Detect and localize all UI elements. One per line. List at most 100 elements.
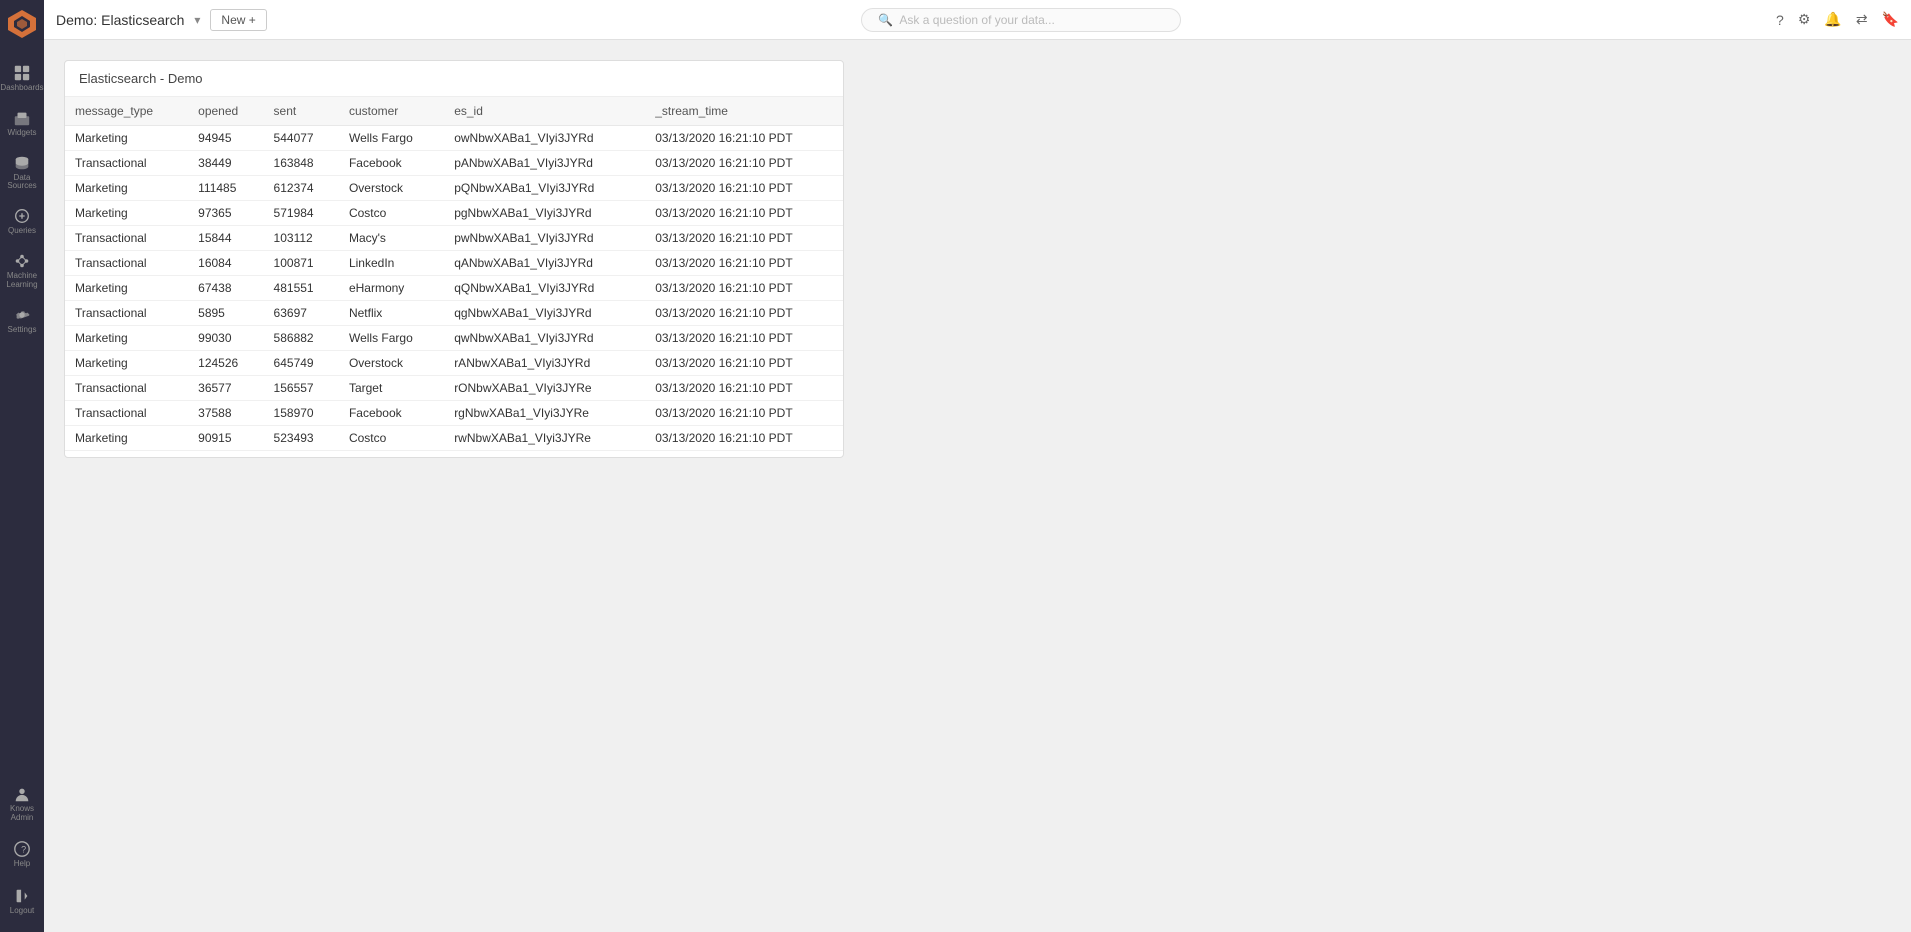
table-cell-customer: eHarmony: [339, 276, 444, 301]
table-row: Marketing94945544077Wells FargoowNbwXABa…: [65, 126, 843, 151]
table-cell-_stream_time: 03/13/2020 16:21:10 PDT: [645, 251, 843, 276]
column-header-sent: sent: [264, 97, 339, 126]
table-cell-opened: 94945: [188, 126, 263, 151]
column-header-message_type: message_type: [65, 97, 188, 126]
table-cell-opened: 67438: [188, 276, 263, 301]
table-cell-message_type: Transactional: [65, 251, 188, 276]
sidebar-item-ml[interactable]: Machine Learning: [0, 244, 44, 298]
table-cell-message_type: Transactional: [65, 401, 188, 426]
search-placeholder: Ask a question of your data...: [899, 13, 1054, 27]
table-cell-es_id: qQNbwXABa1_VIyi3JYRd: [444, 276, 645, 301]
sidebar-help-label: Help: [14, 860, 30, 869]
table-row: Transactional589563697NetflixqgNbwXABa1_…: [65, 301, 843, 326]
table-cell-opened: 15844: [188, 226, 263, 251]
table-cell-opened: 38449: [188, 151, 263, 176]
sidebar-widgets-label: Widgets: [8, 129, 37, 138]
app-logo[interactable]: [6, 8, 38, 40]
sidebar-item-widgets[interactable]: Widgets: [0, 101, 44, 146]
table-header-row: message_typeopenedsentcustomeres_id_stre…: [65, 97, 843, 126]
column-header-opened: opened: [188, 97, 263, 126]
table-cell-message_type: Marketing: [65, 426, 188, 451]
svg-text:?: ?: [21, 845, 26, 855]
table-cell-sent: 158970: [264, 401, 339, 426]
table-cell-es_id: pQNbwXABa1_VIyi3JYRd: [444, 176, 645, 201]
table-cell-opened: 97365: [188, 201, 263, 226]
table-cell-customer: Wells Fargo: [339, 126, 444, 151]
table-cell-es_id: rONbwXABa1_VIyi3JYRe: [444, 376, 645, 401]
table-cell-opened: 37588: [188, 401, 263, 426]
table-row: Transactional38449163848FacebookpANbwXAB…: [65, 151, 843, 176]
table-cell-message_type: Marketing: [65, 351, 188, 376]
table-row: Transactional36577156557TargetrONbwXABa1…: [65, 376, 843, 401]
table-cell-opened: 5895: [188, 301, 263, 326]
table-cell-sent: 481551: [264, 276, 339, 301]
share-icon[interactable]: ⇄: [1856, 11, 1868, 28]
sidebar-item-logout[interactable]: Logout: [0, 879, 44, 924]
table-cell-opened: 99030: [188, 326, 263, 351]
table-row: Transactional15844103112Macy'spwNbwXABa1…: [65, 226, 843, 251]
table-cell-_stream_time: 03/13/2020 16:21:10 PDT: [645, 126, 843, 151]
sidebar-item-knowsadmin[interactable]: Knows Admin: [0, 777, 44, 831]
table-cell-opened: 90915: [188, 426, 263, 451]
table-cell-sent: 571984: [264, 201, 339, 226]
table-cell-sent: 103695: [264, 451, 339, 458]
table-cell-message_type: Marketing: [65, 176, 188, 201]
sidebar-item-help[interactable]: ? Help: [0, 832, 44, 877]
table-cell-es_id: pwNbwXABa1_VIyi3JYRd: [444, 226, 645, 251]
table-cell-_stream_time: 03/13/2020 16:21:10 PDT: [645, 301, 843, 326]
table-cell-sent: 63697: [264, 301, 339, 326]
table-cell-_stream_time: 03/13/2020 16:21:10 PDT: [645, 426, 843, 451]
table-row: Marketing90915523493CostcorwNbwXABa1_VIy…: [65, 426, 843, 451]
column-header-es_id: es_id: [444, 97, 645, 126]
table-header: message_typeopenedsentcustomeres_id_stre…: [65, 97, 843, 126]
table-cell-message_type: Transactional: [65, 226, 188, 251]
content-area: Elasticsearch - Demo message_typeopeneds…: [44, 40, 1911, 932]
table-cell-sent: 586882: [264, 326, 339, 351]
table-cell-_stream_time: 03/13/2020 16:21:10 PDT: [645, 451, 843, 458]
table-cell-customer: Facebook: [339, 401, 444, 426]
table-row: Marketing111485612374OverstockpQNbwXABa1…: [65, 176, 843, 201]
table-cell-message_type: Marketing: [65, 126, 188, 151]
table-wrapper[interactable]: message_typeopenedsentcustomeres_id_stre…: [65, 97, 843, 457]
settings-icon[interactable]: ⚙: [1798, 11, 1811, 28]
sidebar-item-datasources[interactable]: Data Sources: [0, 146, 44, 200]
table-row: Marketing97365571984CostcopgNbwXABa1_VIy…: [65, 201, 843, 226]
table-cell-es_id: pANbwXABa1_VIyi3JYRd: [444, 151, 645, 176]
sidebar: Dashboards Widgets Data Sources Queries …: [0, 0, 44, 932]
sidebar-bottom: Knows Admin ? Help Logout: [0, 777, 44, 924]
sidebar-ml-label: Machine Learning: [0, 272, 44, 290]
table-cell-sent: 103112: [264, 226, 339, 251]
table-cell-message_type: Transactional: [65, 301, 188, 326]
table-cell-_stream_time: 03/13/2020 16:21:10 PDT: [645, 401, 843, 426]
table-cell-es_id: qgNbwXABa1_VIyi3JYRd: [444, 301, 645, 326]
table-row: Marketing124526645749OverstockrANbwXABa1…: [65, 351, 843, 376]
sidebar-knowsadmin-label: Knows Admin: [0, 805, 44, 823]
table-cell-_stream_time: 03/13/2020 16:21:10 PDT: [645, 176, 843, 201]
notifications-icon[interactable]: 🔔: [1824, 11, 1841, 28]
sidebar-item-settings[interactable]: Settings: [0, 298, 44, 343]
sidebar-settings-label: Settings: [8, 326, 37, 335]
table-cell-customer: Target: [339, 376, 444, 401]
table-cell-opened: 36577: [188, 376, 263, 401]
new-button[interactable]: New +: [210, 9, 266, 31]
table-cell-opened: 16084: [188, 251, 263, 276]
sidebar-item-dashboards[interactable]: Dashboards: [0, 56, 44, 101]
table-cell-customer: Overstock: [339, 351, 444, 376]
sidebar-item-queries[interactable]: Queries: [0, 199, 44, 244]
table-cell-message_type: Transactional: [65, 376, 188, 401]
page-title: Demo: Elasticsearch: [56, 12, 184, 28]
table-cell-sent: 645749: [264, 351, 339, 376]
bookmark-icon[interactable]: 🔖: [1882, 11, 1899, 28]
table-cell-_stream_time: 03/13/2020 16:21:10 PDT: [645, 151, 843, 176]
table-cell-sent: 612374: [264, 176, 339, 201]
table-cell-es_id: qANbwXABa1_VIyi3JYRd: [444, 251, 645, 276]
table-row: Marketing99030586882Wells FargoqwNbwXABa…: [65, 326, 843, 351]
chevron-down-icon: ▾: [194, 13, 200, 27]
search-area: 🔍 Ask a question of your data...: [277, 8, 1766, 32]
column-header-customer: customer: [339, 97, 444, 126]
data-panel: Elasticsearch - Demo message_typeopeneds…: [64, 60, 844, 458]
help-icon[interactable]: ?: [1776, 12, 1784, 28]
table-cell-opened: 111485: [188, 176, 263, 201]
table-cell-customer: Macy's: [339, 451, 444, 458]
search-box[interactable]: 🔍 Ask a question of your data...: [861, 8, 1181, 32]
